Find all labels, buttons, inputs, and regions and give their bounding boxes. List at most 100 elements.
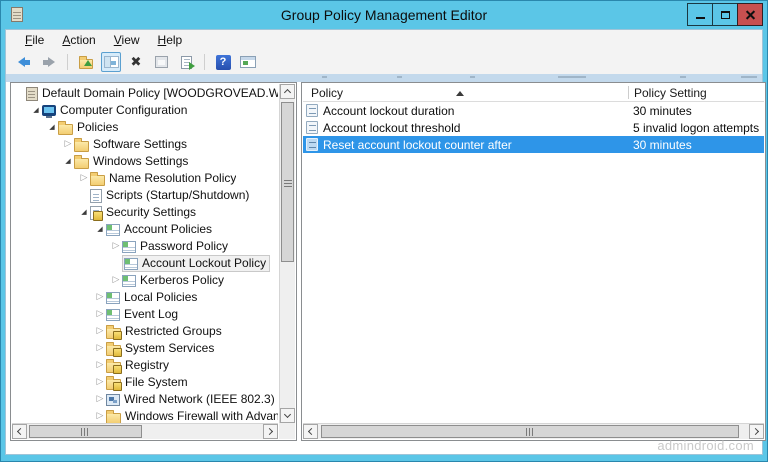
back-button[interactable] <box>14 52 34 72</box>
policy-table-icon <box>106 309 120 321</box>
client-area: File Action View Help ✖ ? <box>5 29 763 455</box>
column-header-policy-setting[interactable]: Policy Setting <box>634 84 707 102</box>
forward-icon <box>43 57 55 67</box>
tree-vertical-scrollbar[interactable] <box>279 84 295 423</box>
tree-item-software-settings[interactable]: ▷ Software Settings <box>12 136 278 153</box>
export-list-icon <box>181 56 192 69</box>
scrollbar-thumb[interactable] <box>29 425 142 438</box>
tree-item-name-resolution-policy[interactable]: ▷ Name Resolution Policy <box>12 170 278 187</box>
list-header: Policy Policy Setting <box>303 84 764 102</box>
forward-button[interactable] <box>39 52 59 72</box>
expand-icon[interactable]: ▷ <box>94 374 106 391</box>
expand-icon[interactable]: ▷ <box>110 238 122 255</box>
expand-icon[interactable]: ▷ <box>94 391 106 408</box>
help-button[interactable]: ? <box>213 52 233 72</box>
policy-table-icon <box>124 258 138 270</box>
tree-item-scripts[interactable]: Scripts (Startup/Shutdown) <box>12 187 278 204</box>
tree-item-password-policy[interactable]: ▷ Password Policy <box>12 238 278 255</box>
collapse-icon[interactable]: ◢ <box>46 119 58 136</box>
properties-button[interactable] <box>151 52 171 72</box>
expand-icon[interactable]: ▷ <box>62 136 74 153</box>
expand-icon[interactable]: ▷ <box>78 170 90 187</box>
menu-file[interactable]: File <box>16 30 53 50</box>
expand-icon[interactable]: ▷ <box>94 340 106 357</box>
thumb-grip <box>526 428 535 436</box>
scrollbar-corner <box>279 423 295 439</box>
delete-icon: ✖ <box>131 55 142 70</box>
scrollbar-thumb[interactable] <box>321 425 739 438</box>
folder-lock-icon <box>106 379 121 390</box>
chevron-left-icon <box>308 428 315 435</box>
collapse-icon[interactable]: ◢ <box>62 153 74 170</box>
policy-list-pane: Policy Policy Setting Account lockout du… <box>301 82 766 441</box>
menu-help[interactable]: Help <box>149 30 192 50</box>
tree-item-system-services[interactable]: ▷ System Services <box>12 340 278 357</box>
scroll-down-button[interactable] <box>280 408 295 423</box>
show-action-pane-button[interactable] <box>238 52 258 72</box>
folder-lock-icon <box>106 328 121 339</box>
collapse-icon[interactable]: ◢ <box>78 204 90 221</box>
collapse-icon[interactable]: ◢ <box>30 102 42 119</box>
expand-icon[interactable]: ▷ <box>94 289 106 306</box>
tree-item-file-system[interactable]: ▷ File System <box>12 374 278 391</box>
policy-row-account-lockout-duration[interactable]: Account lockout duration 30 minutes <box>303 102 764 119</box>
folder-icon <box>90 175 105 186</box>
tree-item-registry[interactable]: ▷ Registry <box>12 357 278 374</box>
folder-icon <box>58 124 73 135</box>
list-horizontal-scrollbar[interactable] <box>303 423 764 439</box>
column-header-policy[interactable]: Policy <box>311 84 343 102</box>
tree: Default Domain Policy [WOODGROVEAD.WOODG… <box>12 85 278 423</box>
policy-row-reset-account-lockout-counter[interactable]: Reset account lockout counter after 30 m… <box>303 136 764 153</box>
scrollbar-thumb[interactable] <box>281 102 294 262</box>
tree-item-security-settings[interactable]: ◢ Security Settings <box>12 204 278 221</box>
minimize-icon <box>696 17 705 19</box>
policy-row-account-lockout-threshold[interactable]: Account lockout threshold 5 invalid logo… <box>303 119 764 136</box>
menu-bar: File Action View Help <box>6 30 762 50</box>
expand-icon[interactable]: ▷ <box>94 408 106 423</box>
scroll-left-button[interactable] <box>12 424 27 439</box>
help-icon: ? <box>216 55 231 70</box>
collapse-icon[interactable]: ◢ <box>94 221 106 238</box>
minimize-button[interactable] <box>687 3 713 26</box>
chevron-right-icon <box>266 428 273 435</box>
tree-item-event-log[interactable]: ▷ Event Log <box>12 306 278 323</box>
expand-icon[interactable]: ▷ <box>94 357 106 374</box>
scroll-right-button[interactable] <box>263 424 278 439</box>
maximize-button[interactable] <box>712 3 738 26</box>
chevron-down-icon <box>284 411 291 418</box>
menu-action[interactable]: Action <box>53 30 104 50</box>
tree-item-kerberos-policy[interactable]: ▷ Kerberos Policy <box>12 272 278 289</box>
title-bar[interactable]: Group Policy Management Editor <box>1 1 767 29</box>
scroll-right-button[interactable] <box>749 424 764 439</box>
tree-item-windows-settings[interactable]: ◢ Windows Settings <box>12 153 278 170</box>
show-console-tree-button[interactable] <box>101 52 121 72</box>
tree-item-windows-firewall[interactable]: ▷ Windows Firewall with Advan <box>12 408 278 423</box>
chevron-up-icon <box>284 89 291 96</box>
export-list-button[interactable] <box>176 52 196 72</box>
delete-button[interactable]: ✖ <box>126 52 146 72</box>
tree-item-computer-configuration[interactable]: ◢ Computer Configuration <box>12 102 278 119</box>
properties-icon <box>155 56 168 68</box>
menu-view[interactable]: View <box>105 30 149 50</box>
toolbar: ✖ ? <box>6 50 762 74</box>
chevron-left-icon <box>17 428 24 435</box>
tree-item-account-policies[interactable]: ◢ Account Policies <box>12 221 278 238</box>
policy-table-icon <box>106 224 120 236</box>
console-tree-pane: Default Domain Policy [WOODGROVEAD.WOODG… <box>10 82 297 441</box>
column-divider[interactable] <box>628 86 629 99</box>
scroll-left-button[interactable] <box>303 424 318 439</box>
expand-icon[interactable]: ▷ <box>110 272 122 289</box>
close-button[interactable] <box>737 3 763 26</box>
tree-item-policies[interactable]: ◢ Policies <box>12 119 278 136</box>
scroll-up-button[interactable] <box>280 84 295 99</box>
tree-item-account-lockout-policy[interactable]: Account Lockout Policy <box>12 255 278 272</box>
tree-item-wired-network[interactable]: ▷ Wired Network (IEEE 802.3) Po <box>12 391 278 408</box>
tree-item-default-domain-policy[interactable]: Default Domain Policy [WOODGROVEAD.WOODG <box>12 85 278 102</box>
policy-doc-icon <box>306 104 318 117</box>
up-one-level-button[interactable] <box>76 52 96 72</box>
tree-horizontal-scrollbar[interactable] <box>12 423 278 439</box>
tree-item-local-policies[interactable]: ▷ Local Policies <box>12 289 278 306</box>
tree-item-restricted-groups[interactable]: ▷ Restricted Groups <box>12 323 278 340</box>
expand-icon[interactable]: ▷ <box>94 323 106 340</box>
expand-icon[interactable]: ▷ <box>94 306 106 323</box>
